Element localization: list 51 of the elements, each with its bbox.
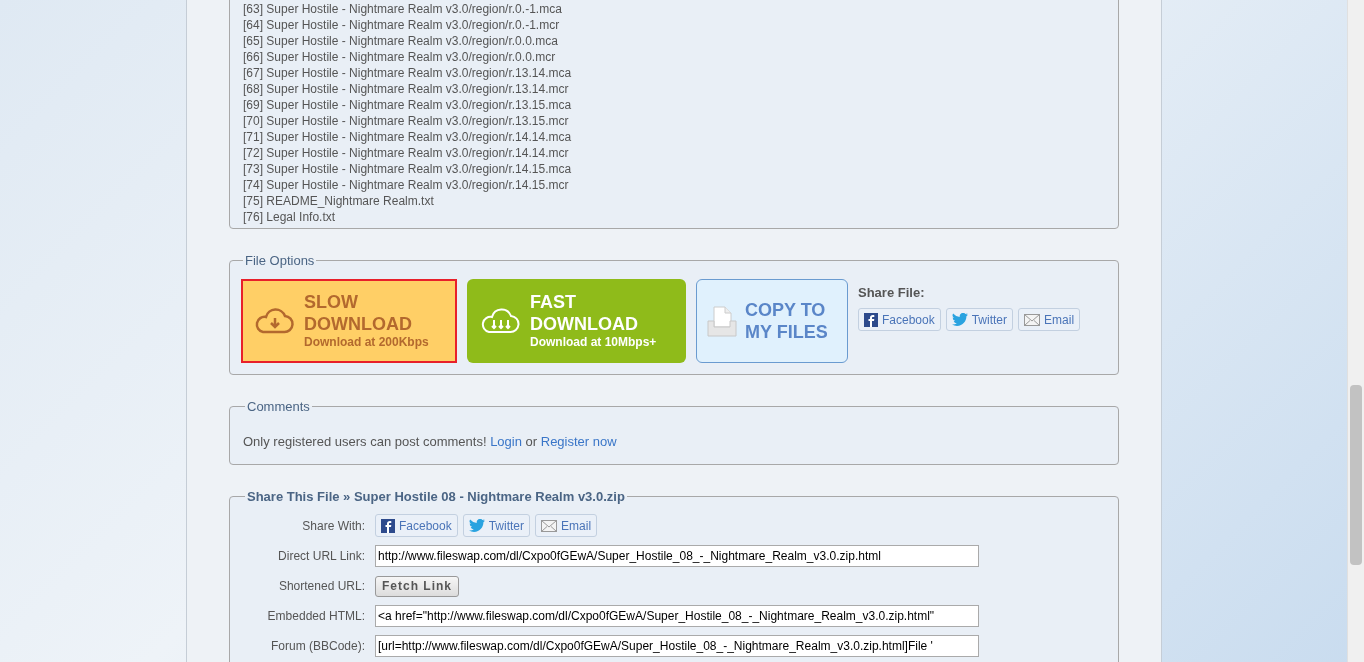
slow-download-button[interactable]: SLOW DOWNLOAD Download at 200Kbps [241,278,457,363]
section-legend: Share This File » Super Hostile 08 - Nightmare Realm v3.0.zip [245,486,627,506]
file-name: [64] Super Hostile - Nightmare Realm v3.0/region/r.0.-1.mcr [243,17,561,33]
file-name: [71] Super Hostile - Nightmare Realm v3.0/region/r.14.14.mca [243,129,573,145]
share-file-label: Share File: [858,283,926,302]
file-name: [65] Super Hostile - Nightmare Realm v3.0/region/r.0.0.mca [243,33,559,49]
email-share-button[interactable]: Email [1018,308,1081,331]
facebook-share-button[interactable]: Facebook [375,514,458,537]
file-name: [73] Super Hostile - Nightmare Realm v3.0/region/r.14.15.mca [243,161,573,177]
file-name: [76] Legal Info.txt [243,209,337,225]
fetch-link-button[interactable]: Fetch Link [375,575,459,597]
scrollbar[interactable] [1347,0,1364,662]
field-label: Share With: [301,517,365,535]
section-legend: Comments [245,396,312,416]
file-name: [63] Super Hostile - Nightmare Realm v3.0/region/r.0.-1.mca [243,1,563,17]
section-legend: File Options [243,251,317,271]
fast-download-button[interactable]: FAST DOWNLOAD Download at 10Mbps+ [467,278,686,363]
file-name: [75] README_Nightmare Realm.txt [243,193,435,209]
register-link[interactable]: Register now [540,434,617,449]
url-field[interactable]: <a href="http://www.fileswap.com/dl/Cxpo0fGEwA/Super_Hostile_08_-_Nightmare_Realm_v3.0.zip.html" [375,605,979,627]
facebook-share-button[interactable]: Facebook [858,308,941,331]
file-name: [66] Super Hostile - Nightmare Realm v3.0/region/r.0.0.mcr [243,49,557,65]
twitter-share-button[interactable]: Twitter [945,308,1014,331]
twitter-share-button[interactable]: Twitter [462,514,531,537]
comments-notice: Only registered users can post comments! [243,434,487,449]
cloud-download-icon [254,307,296,334]
separator-text: or [525,434,538,449]
url-field[interactable]: http://www.fileswap.com/dl/Cxpo0fGEwA/Super_Hostile_08_-_Nightmare_Realm_v3.0.zip.html [375,545,979,567]
copy-to-files-button[interactable]: COPY TO MY FILES [696,278,848,363]
cloud-download-icon [480,307,522,334]
bird-icon [468,519,485,532]
facebook-icon [864,312,878,327]
file-name: [70] Super Hostile - Nightmare Realm v3.0/region/r.13.15.mcr [243,113,570,129]
file-name: [67] Super Hostile - Nightmare Realm v3.0/region/r.13.14.mca [243,65,573,81]
login-link[interactable]: Login [490,434,522,449]
field-label: Embedded HTML: [266,608,365,625]
scrollbar-thumb[interactable] [1350,385,1362,565]
field-label: Shortened URL: [277,578,365,595]
url-field[interactable]: [url=http://www.fileswap.com/dl/Cxpo0fGEwA/Super_Hostile_08_-_Nightmare_Realm_v3.0.zip.html]File ' [375,635,979,657]
facebook-icon [381,518,395,533]
bird-icon [951,313,968,326]
file-name: [69] Super Hostile - Nightmare Realm v3.0/region/r.13.15.mca [243,97,573,113]
email-share-button[interactable]: Email [535,514,598,537]
envelope-icon [1024,313,1041,326]
file-tray-icon [707,304,737,337]
field-label: Forum (BBCode): [269,638,365,655]
envelope-icon [541,519,558,532]
file-name: [72] Super Hostile - Nightmare Realm v3.0/region/r.14.14.mcr [243,145,570,161]
file-name: [68] Super Hostile - Nightmare Realm v3.0/region/r.13.14.mcr [243,81,570,97]
file-name: [74] Super Hostile - Nightmare Realm v3.0/region/r.14.15.mcr [243,177,570,193]
field-label: Direct URL Link: [277,548,365,565]
